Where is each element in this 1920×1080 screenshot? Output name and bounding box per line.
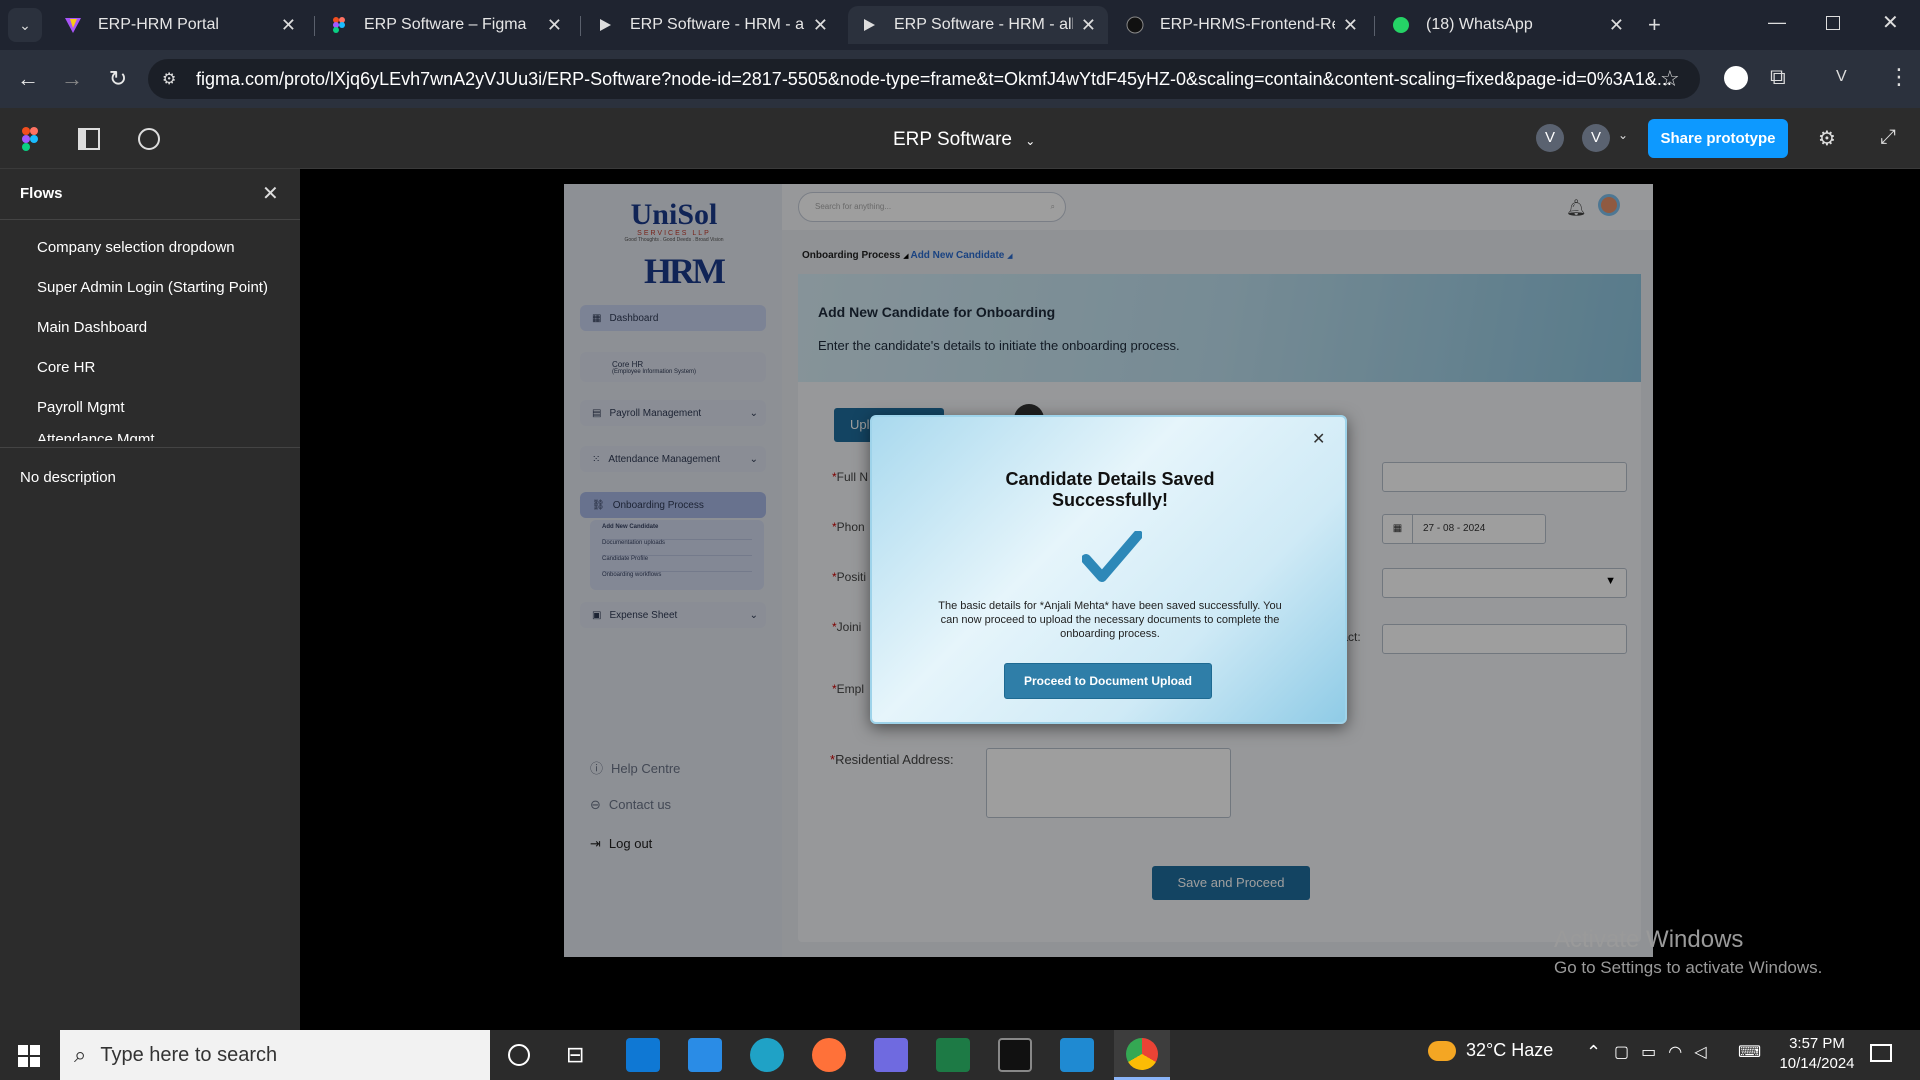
browser-tab-bar: ⌄ ERP-HRM Portal ✕ ERP Software – Figma … — [0, 0, 1920, 50]
file-title[interactable]: ERP Software ⌄ — [893, 129, 1035, 151]
minimize-icon[interactable]: — — [1768, 12, 1786, 33]
task-view-icon[interactable]: ⊟ — [566, 1042, 584, 1068]
chrome-icon — [1126, 1038, 1158, 1070]
settings-sliders-icon[interactable]: ⚙ — [1818, 126, 1836, 151]
forward-icon[interactable]: → — [58, 66, 86, 92]
site-info-icon[interactable]: ⚙ — [162, 69, 176, 89]
windows-start-icon[interactable] — [18, 1045, 40, 1067]
close-tab-icon[interactable]: ✕ — [813, 15, 828, 36]
github-icon — [1126, 16, 1144, 34]
proceed-document-upload-button[interactable]: Proceed to Document Upload — [1004, 663, 1212, 699]
weather-haze-icon — [1428, 1040, 1456, 1061]
flow-item[interactable]: Company selection dropdown — [37, 239, 235, 256]
figma-icon — [333, 17, 345, 33]
url-text: figma.com/proto/lXjq6yLEvh7wnA2yVJUu3i/E… — [196, 68, 1672, 89]
flows-title: Flows — [20, 185, 63, 202]
vite-icon — [65, 18, 81, 33]
tab-title: ERP Software – Figma — [364, 16, 527, 33]
extensions-icon[interactable]: ⧉ — [1770, 64, 1786, 90]
tab-title: ERP-HRM Portal — [98, 16, 219, 33]
reload-icon[interactable]: ↻ — [104, 66, 132, 92]
profile-avatar[interactable]: V — [1836, 68, 1847, 86]
whatsapp-icon — [1393, 17, 1409, 33]
flow-item[interactable]: Super Admin Login (Starting Point) — [37, 279, 268, 296]
fullscreen-icon[interactable]: ⤢ — [1880, 126, 1896, 149]
browser-tab-1[interactable]: ERP-HRM Portal ✕ — [52, 6, 308, 44]
terminal-icon[interactable] — [998, 1038, 1032, 1072]
sidebar-toggle-icon[interactable] — [78, 128, 100, 150]
flow-description: No description — [20, 469, 116, 486]
flow-item[interactable]: Payroll Mgmt — [37, 399, 125, 416]
avatar-chevron-icon[interactable]: ⌄ — [1618, 128, 1628, 142]
user-avatar-1[interactable]: V — [1536, 124, 1564, 152]
comment-icon[interactable] — [138, 128, 160, 150]
browser-tab-6[interactable]: (18) WhatsApp ✕ — [1380, 6, 1636, 44]
tab-title: ERP Software - HRM - all c — [894, 16, 1073, 33]
flows-panel: Flows ✕ Company selection dropdown Super… — [0, 169, 300, 1030]
user-avatar-2[interactable]: V — [1582, 124, 1610, 152]
browser-menu-icon[interactable]: ⋮ — [1888, 64, 1910, 90]
restore-icon[interactable] — [1826, 16, 1840, 30]
browser-tab-5[interactable]: ERP-HRMS-Frontend-Reac ✕ — [1114, 6, 1370, 44]
flow-item[interactable]: Core HR — [37, 359, 95, 376]
success-modal: ✕ Candidate Details Saved Successfully! … — [870, 415, 1347, 724]
extension-devtools-icon[interactable] — [1724, 66, 1748, 90]
tray-icons[interactable]: ▢▭◠◁ — [1614, 1042, 1719, 1062]
browser-tab-4[interactable]: ERP Software - HRM - all c ✕ — [848, 6, 1108, 44]
figma-logo-icon[interactable] — [22, 127, 38, 151]
mail-icon[interactable] — [688, 1038, 722, 1072]
flow-item[interactable]: Attendance Mgmt — [37, 431, 155, 441]
checkmark-icon — [1082, 531, 1142, 582]
cortana-icon[interactable] — [508, 1044, 530, 1066]
play-icon — [600, 19, 611, 31]
tab-title: ERP-HRMS-Frontend-Reac — [1160, 16, 1335, 33]
microsoft-store-icon[interactable] — [626, 1038, 660, 1072]
new-tab-icon[interactable]: + — [1648, 12, 1661, 38]
close-modal-icon[interactable]: ✕ — [1312, 429, 1325, 449]
close-tab-icon[interactable]: ✕ — [281, 15, 296, 36]
taskbar-search-box[interactable]: ⌕ Type here to search — [60, 1030, 490, 1080]
weather-widget[interactable]: 32°C Haze — [1428, 1040, 1553, 1061]
notification-center-icon[interactable] — [1870, 1044, 1892, 1062]
excel-icon[interactable] — [936, 1038, 970, 1072]
edge-icon[interactable] — [750, 1038, 784, 1072]
share-prototype-button[interactable]: Share prototype — [1648, 119, 1788, 158]
play-icon — [864, 19, 875, 31]
close-tab-icon[interactable]: ✕ — [547, 15, 562, 36]
keyboard-icon[interactable]: ⌨ — [1738, 1042, 1761, 1062]
close-tab-icon[interactable]: ✕ — [1343, 15, 1358, 36]
firefox-icon[interactable] — [812, 1038, 846, 1072]
modal-message: The basic details for *Anjali Mehta* hav… — [938, 600, 1282, 640]
chevron-down-icon: ⌄ — [1025, 134, 1036, 148]
tab-title: (18) WhatsApp — [1426, 16, 1533, 33]
close-tab-icon[interactable]: ✕ — [1609, 15, 1624, 36]
back-icon[interactable]: ← — [14, 66, 42, 92]
activate-windows-watermark: Activate Windows Go to Settings to activ… — [1554, 926, 1823, 977]
url-field[interactable]: figma.com/proto/lXjq6yLEvh7wnA2yVJUu3i/E… — [148, 59, 1700, 99]
modal-title: Candidate Details Saved Successfully! — [1005, 469, 1215, 510]
clock[interactable]: 3:57 PM 10/14/2024 — [1774, 1034, 1860, 1074]
browser-tab-2[interactable]: ERP Software – Figma ✕ — [318, 6, 574, 44]
tab-search-button[interactable]: ⌄ — [8, 8, 42, 42]
chrome-taskbar-button[interactable] — [1114, 1030, 1170, 1080]
close-flows-icon[interactable]: ✕ — [262, 181, 279, 206]
search-icon: ⌕ — [74, 1042, 87, 1067]
close-window-icon[interactable]: ✕ — [1882, 10, 1899, 35]
app-icon[interactable] — [874, 1038, 908, 1072]
bookmark-star-icon[interactable]: ☆ — [1660, 66, 1680, 92]
tab-title: ERP Software - HRM - all c — [630, 16, 805, 33]
vscode-icon[interactable] — [1060, 1038, 1094, 1072]
close-tab-icon[interactable]: ✕ — [1081, 15, 1096, 36]
file-title-text: ERP Software — [893, 129, 1012, 150]
browser-tab-3[interactable]: ERP Software - HRM - all c ✕ — [584, 6, 840, 44]
tray-chevron-icon[interactable]: ⌃ — [1586, 1042, 1601, 1063]
flow-item[interactable]: Main Dashboard — [37, 319, 147, 336]
